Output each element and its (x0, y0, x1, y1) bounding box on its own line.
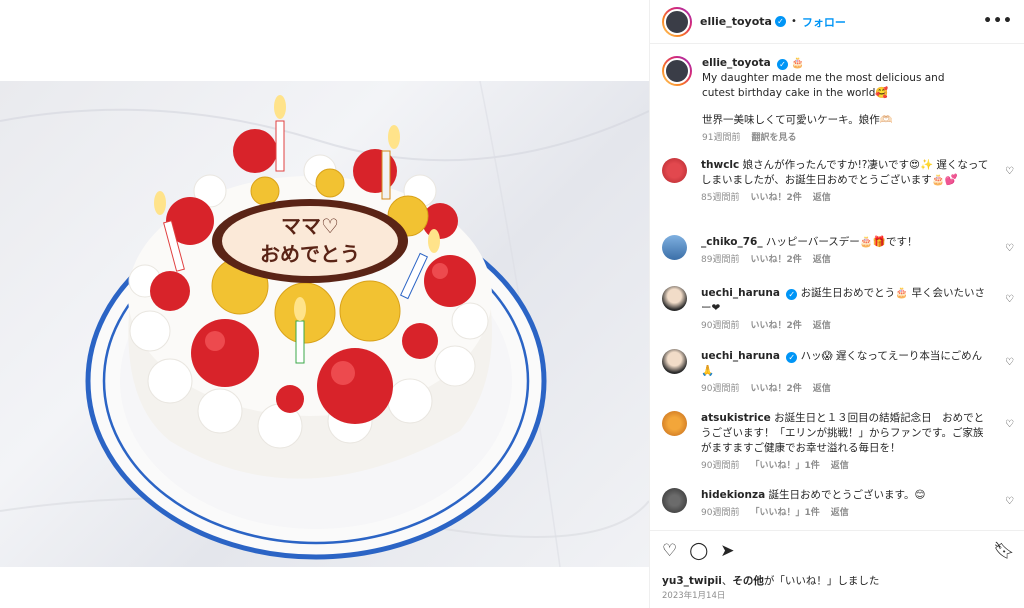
liker-username[interactable]: yu3_twipii (662, 575, 722, 587)
post-photo[interactable]: ママ♡ おめでとう (0, 81, 649, 567)
comment-text: ハッピーバースデー🎂🎁です！ (765, 236, 918, 248)
separator-dot: • (790, 16, 797, 27)
caption-time: 91週間前 (702, 133, 741, 143)
comment-username[interactable]: hidekionza (701, 489, 765, 501)
plaque-text-bottom: おめでとう (260, 242, 360, 266)
plaque-text-top: ママ♡ (281, 214, 339, 238)
verified-badge-icon: ✓ (777, 59, 789, 70)
comment-icon[interactable]: ◯ (689, 541, 708, 561)
comment-likes[interactable]: 「いいね！」1件 (750, 506, 819, 521)
caption-username[interactable]: ellie_toyota (702, 57, 771, 69)
comment-time: 90週間前 (701, 321, 740, 331)
reply-button[interactable]: 返信 (813, 253, 831, 268)
like-comment-heart-icon[interactable]: ♡ (1005, 164, 1014, 179)
comment-username[interactable]: atsukistrice (701, 412, 771, 424)
comment-time: 90週間前 (701, 384, 740, 394)
comment-avatar[interactable] (662, 286, 687, 311)
verified-badge-icon: ✓ (774, 16, 786, 27)
post-footer: ♡ ◯ ➤ 🔖︎ yu3_twipii、その他が「いいね！」しました 2023年… (650, 530, 1024, 608)
comment-item: thwclc 娘さんが作ったんですか!?凄いです😍✨ 遅くなってしまいましたが、… (662, 158, 1014, 206)
comment-time: 85週間前 (701, 193, 740, 203)
liker-separator: 、 (721, 575, 733, 587)
like-comment-heart-icon[interactable]: ♡ (1005, 292, 1014, 307)
like-comment-heart-icon[interactable]: ♡ (1005, 494, 1014, 509)
reply-button[interactable]: 返信 (813, 191, 831, 206)
comment-item: uechi_haruna ✓ お誕生日おめでとう🎂 早く会いたいさー❤ 90週間… (662, 286, 1014, 334)
comment-likes[interactable]: いいね！2件 (750, 253, 801, 268)
likes-summary: yu3_twipii、その他が「いいね！」しました (662, 573, 879, 588)
comment-item: uechi_haruna ✓ ハッ😱 遅くなってえーり本当にごめん🙏 90週間前… (662, 349, 1014, 397)
reply-button[interactable]: 返信 (831, 506, 849, 521)
more-options-icon[interactable]: ••• (983, 13, 1013, 29)
share-icon[interactable]: ➤ (720, 541, 734, 561)
author-username[interactable]: ellie_toyota (700, 15, 772, 28)
caption-avatar[interactable] (662, 56, 692, 86)
reply-button[interactable]: 返信 (813, 319, 831, 334)
reply-button[interactable]: 返信 (831, 459, 849, 474)
bookmark-icon[interactable]: 🔖︎ (993, 541, 1015, 561)
heart-icon[interactable]: ♡ (662, 541, 677, 561)
post-side-panel: ellie_toyota ✓ • フォロー ••• ellie_toyota ✓… (649, 0, 1024, 608)
comment-username[interactable]: uechi_haruna (701, 287, 780, 299)
caption-text-ja: 世界一美味しくて可愛いケーキ。娘作🫶🏻 (702, 114, 893, 126)
comment-item: _chiko_76_ ハッピーバースデー🎂🎁です！ 89週間前 いいね！2件 返… (662, 235, 1014, 268)
verified-badge-icon: ✓ (786, 352, 798, 363)
likes-others-link[interactable]: その他 (732, 575, 764, 587)
comment-avatar[interactable] (662, 488, 687, 513)
reply-button[interactable]: 返信 (813, 382, 831, 397)
caption: ellie_toyota ✓ 🎂 My daughter made me the… (662, 56, 1012, 146)
comment-avatar[interactable] (662, 158, 687, 183)
comment-avatar[interactable] (662, 235, 687, 260)
caption-emoji: 🎂 (791, 57, 805, 69)
comments-list[interactable]: ellie_toyota ✓ 🎂 My daughter made me the… (650, 44, 1024, 530)
post-header: ellie_toyota ✓ • フォロー ••• (650, 0, 1024, 44)
comment-text: 娘さんが作ったんですか!?凄いです😍✨ 遅くなってしまいましたが、お誕生日おめで… (701, 159, 989, 186)
comment-username[interactable]: uechi_haruna (701, 350, 780, 362)
likes-text: が「いいね！」しました (763, 575, 880, 587)
comment-avatar[interactable] (662, 411, 687, 436)
post-date: 2023年1月14日 (662, 591, 726, 601)
verified-badge-icon: ✓ (786, 289, 798, 300)
comment-likes[interactable]: いいね！2件 (750, 191, 801, 206)
caption-meta: 91週間前 翻訳を見る (702, 131, 972, 146)
author-avatar[interactable] (662, 6, 692, 37)
like-comment-heart-icon[interactable]: ♡ (1005, 241, 1014, 256)
comment-likes[interactable]: いいね！2件 (750, 319, 801, 334)
comment-time: 89週間前 (701, 255, 740, 265)
follow-button[interactable]: フォロー (802, 14, 846, 30)
translate-link[interactable]: 翻訳を見る (751, 131, 796, 146)
comment-time: 90週間前 (701, 461, 740, 471)
comment-likes[interactable]: いいね！2件 (750, 382, 801, 397)
post-media: ママ♡ おめでとう (0, 0, 649, 608)
action-bar: ♡ ◯ ➤ (662, 541, 735, 561)
comment-username[interactable]: thwclc (701, 159, 739, 171)
cake-image: ママ♡ おめでとう (0, 81, 649, 567)
comment-text: 誕生日おめでとうございます。😊 (768, 489, 926, 501)
comment-likes[interactable]: 「いいね！」1件 (750, 459, 819, 474)
like-comment-heart-icon[interactable]: ♡ (1005, 417, 1014, 432)
comment-avatar[interactable] (662, 349, 687, 374)
caption-text-en: My daughter made me the most delicious a… (702, 72, 945, 99)
comment-item: hidekionza 誕生日おめでとうございます。😊 90週間前 「いいね！」1… (662, 488, 1014, 521)
comment-time: 90週間前 (701, 508, 740, 518)
comment-username[interactable]: _chiko_76_ (701, 236, 763, 248)
comment-item: atsukistrice お誕生日と１３回目の結婚記念日 おめでとうございます！… (662, 411, 1014, 474)
like-comment-heart-icon[interactable]: ♡ (1005, 355, 1014, 370)
